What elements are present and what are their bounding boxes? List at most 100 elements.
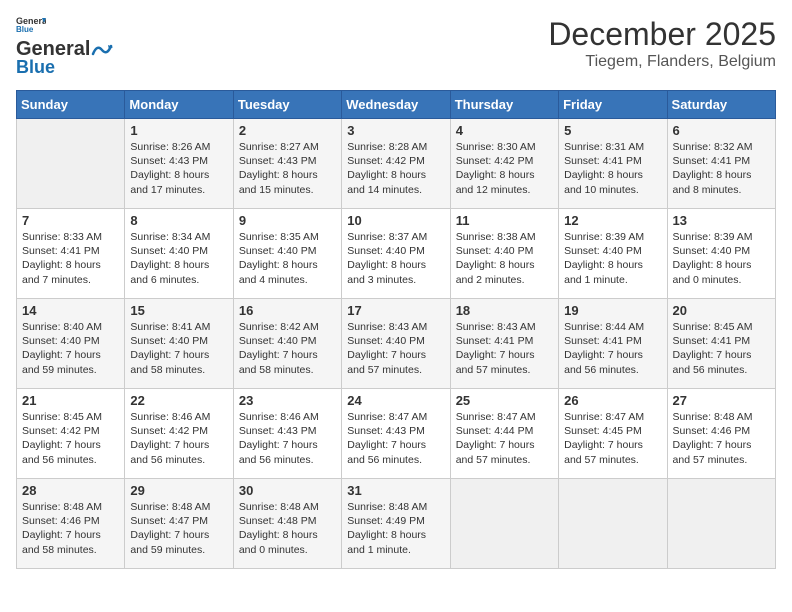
day-info: Sunrise: 8:31 AMSunset: 4:41 PMDaylight:… (564, 140, 661, 197)
day-info: Sunrise: 8:33 AMSunset: 4:41 PMDaylight:… (22, 230, 119, 287)
calendar-cell: 5Sunrise: 8:31 AMSunset: 4:41 PMDaylight… (559, 119, 667, 209)
calendar-cell: 19 Sunrise: 8:44 AMSunset: 4:41 PMDayligh… (559, 299, 667, 389)
day-info: Sunrise: 8:45 AMSunset: 4:41 PMDaylight:… (673, 320, 770, 377)
calendar-cell: 22 Sunrise: 8:46 AMSunset: 4:42 PMDayligh… (125, 389, 233, 479)
calendar-cell: 28 Sunrise: 8:48 AMSunset: 4:46 PMDayligh… (17, 479, 125, 569)
day-number: 6 (673, 123, 770, 138)
day-number: 24 (347, 393, 444, 408)
day-header-wednesday: Wednesday (342, 91, 450, 119)
calendar-week-row: 7 Sunrise: 8:33 AMSunset: 4:41 PMDaylight… (17, 209, 776, 299)
day-number: 13 (673, 213, 770, 228)
calendar-cell: 18 Sunrise: 8:43 AMSunset: 4:41 PMDayligh… (450, 299, 558, 389)
calendar-cell (17, 119, 125, 209)
day-info: Sunrise: 8:48 AMSunset: 4:47 PMDaylight:… (130, 500, 227, 557)
day-info: Sunrise: 8:41 AMSunset: 4:40 PMDaylight:… (130, 320, 227, 377)
day-info: Sunrise: 8:32 AMSunset: 4:41 PMDaylight:… (673, 140, 770, 197)
calendar-cell: 15 Sunrise: 8:41 AMSunset: 4:40 PMDayligh… (125, 299, 233, 389)
day-info: Sunrise: 8:39 AMSunset: 4:40 PMDaylight:… (673, 230, 770, 287)
calendar-header-row: SundayMondayTuesdayWednesdayThursdayFrid… (17, 91, 776, 119)
day-info: Sunrise: 8:40 AMSunset: 4:40 PMDaylight:… (22, 320, 119, 377)
calendar-week-row: 28 Sunrise: 8:48 AMSunset: 4:46 PMDayligh… (17, 479, 776, 569)
calendar-week-row: 1Sunrise: 8:26 AMSunset: 4:43 PMDaylight… (17, 119, 776, 209)
calendar-cell: 20 Sunrise: 8:45 AMSunset: 4:41 PMDayligh… (667, 299, 775, 389)
calendar-table: SundayMondayTuesdayWednesdayThursdayFrid… (16, 90, 776, 569)
calendar-cell: 7 Sunrise: 8:33 AMSunset: 4:41 PMDaylight… (17, 209, 125, 299)
calendar-cell: 6 Sunrise: 8:32 AMSunset: 4:41 PMDaylight… (667, 119, 775, 209)
day-number: 14 (22, 303, 119, 318)
calendar-cell: 26 Sunrise: 8:47 AMSunset: 4:45 PMDayligh… (559, 389, 667, 479)
day-info: Sunrise: 8:48 AMSunset: 4:48 PMDaylight:… (239, 500, 336, 557)
day-number: 27 (673, 393, 770, 408)
day-number: 25 (456, 393, 553, 408)
logo-blue: Blue (16, 57, 55, 78)
calendar-cell: 23 Sunrise: 8:46 AMSunset: 4:43 PMDayligh… (233, 389, 341, 479)
day-info: Sunrise: 8:48 AMSunset: 4:46 PMDaylight:… (673, 410, 770, 467)
page-header: General Blue General Blue December 2025 … (16, 16, 776, 78)
day-number: 29 (130, 483, 227, 498)
calendar-week-row: 21Sunrise: 8:45 AMSunset: 4:42 PMDayligh… (17, 389, 776, 479)
day-number: 11 (456, 213, 553, 228)
calendar-cell: 3Sunrise: 8:28 AMSunset: 4:42 PMDaylight… (342, 119, 450, 209)
title-block: December 2025 Tiegem, Flanders, Belgium (548, 16, 776, 71)
day-info: Sunrise: 8:43 AMSunset: 4:41 PMDaylight:… (456, 320, 553, 377)
day-info: Sunrise: 8:39 AMSunset: 4:40 PMDaylight:… (564, 230, 661, 287)
calendar-cell (559, 479, 667, 569)
day-number: 4 (456, 123, 553, 138)
calendar-cell: 21Sunrise: 8:45 AMSunset: 4:42 PMDayligh… (17, 389, 125, 479)
day-number: 8 (130, 213, 227, 228)
day-info: Sunrise: 8:42 AMSunset: 4:40 PMDaylight:… (239, 320, 336, 377)
calendar-cell: 29 Sunrise: 8:48 AMSunset: 4:47 PMDayligh… (125, 479, 233, 569)
day-info: Sunrise: 8:38 AMSunset: 4:40 PMDaylight:… (456, 230, 553, 287)
day-number: 21 (22, 393, 119, 408)
svg-text:Blue: Blue (16, 25, 34, 34)
day-info: Sunrise: 8:44 AMSunset: 4:41 PMDaylight:… (564, 320, 661, 377)
calendar-cell: 13 Sunrise: 8:39 AMSunset: 4:40 PMDayligh… (667, 209, 775, 299)
logo-icon: General Blue (16, 16, 46, 34)
day-info: Sunrise: 8:47 AMSunset: 4:45 PMDaylight:… (564, 410, 661, 467)
day-number: 18 (456, 303, 553, 318)
logo: General Blue General Blue (16, 16, 114, 78)
day-number: 7 (22, 213, 119, 228)
day-number: 19 (564, 303, 661, 318)
day-number: 23 (239, 393, 336, 408)
day-info: Sunrise: 8:46 AMSunset: 4:43 PMDaylight:… (239, 410, 336, 467)
day-number: 22 (130, 393, 227, 408)
day-number: 12 (564, 213, 661, 228)
day-number: 2 (239, 123, 336, 138)
day-number: 26 (564, 393, 661, 408)
day-number: 10 (347, 213, 444, 228)
day-number: 9 (239, 213, 336, 228)
calendar-cell: 1Sunrise: 8:26 AMSunset: 4:43 PMDaylight… (125, 119, 233, 209)
day-number: 1 (130, 123, 227, 138)
day-header-friday: Friday (559, 91, 667, 119)
calendar-cell: 2Sunrise: 8:27 AMSunset: 4:43 PMDaylight… (233, 119, 341, 209)
day-number: 30 (239, 483, 336, 498)
calendar-cell: 9 Sunrise: 8:35 AMSunset: 4:40 PMDaylight… (233, 209, 341, 299)
calendar-cell (667, 479, 775, 569)
day-number: 20 (673, 303, 770, 318)
day-header-thursday: Thursday (450, 91, 558, 119)
day-header-monday: Monday (125, 91, 233, 119)
calendar-cell: 11 Sunrise: 8:38 AMSunset: 4:40 PMDayligh… (450, 209, 558, 299)
calendar-cell: 17Sunrise: 8:43 AMSunset: 4:40 PMDayligh… (342, 299, 450, 389)
day-number: 15 (130, 303, 227, 318)
day-header-tuesday: Tuesday (233, 91, 341, 119)
svg-text:General: General (16, 16, 46, 26)
calendar-cell: 16Sunrise: 8:42 AMSunset: 4:40 PMDayligh… (233, 299, 341, 389)
day-info: Sunrise: 8:46 AMSunset: 4:42 PMDaylight:… (130, 410, 227, 467)
day-header-saturday: Saturday (667, 91, 775, 119)
calendar-cell: 8Sunrise: 8:34 AMSunset: 4:40 PMDaylight… (125, 209, 233, 299)
calendar-cell: 10Sunrise: 8:37 AMSunset: 4:40 PMDayligh… (342, 209, 450, 299)
day-info: Sunrise: 8:30 AMSunset: 4:42 PMDaylight:… (456, 140, 553, 197)
day-number: 28 (22, 483, 119, 498)
day-info: Sunrise: 8:47 AMSunset: 4:43 PMDaylight:… (347, 410, 444, 467)
calendar-week-row: 14 Sunrise: 8:40 AMSunset: 4:40 PMDayligh… (17, 299, 776, 389)
day-number: 31 (347, 483, 444, 498)
day-number: 3 (347, 123, 444, 138)
calendar-cell: 25Sunrise: 8:47 AMSunset: 4:44 PMDayligh… (450, 389, 558, 479)
day-info: Sunrise: 8:35 AMSunset: 4:40 PMDaylight:… (239, 230, 336, 287)
calendar-cell (450, 479, 558, 569)
day-info: Sunrise: 8:48 AMSunset: 4:46 PMDaylight:… (22, 500, 119, 557)
day-info: Sunrise: 8:43 AMSunset: 4:40 PMDaylight:… (347, 320, 444, 377)
calendar-cell: 27 Sunrise: 8:48 AMSunset: 4:46 PMDayligh… (667, 389, 775, 479)
